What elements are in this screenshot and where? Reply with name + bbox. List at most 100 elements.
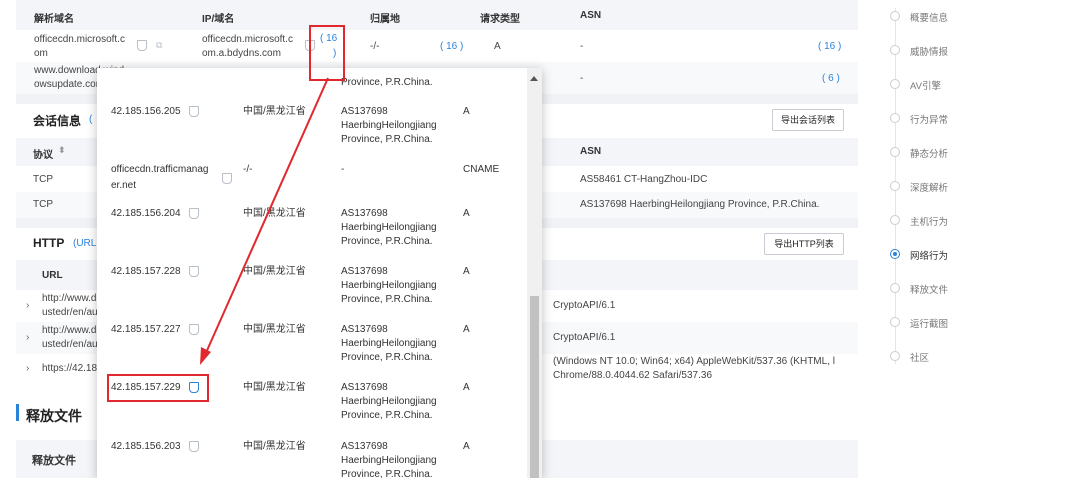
popup-type: A <box>463 106 470 117</box>
sidebar-item-label: 深度解析 <box>910 183 949 194</box>
popup-asn-line3: Province, P.R.China. <box>341 410 433 421</box>
sidebar-item-label: 行为异常 <box>910 115 949 126</box>
popup-ip-line2: er.net <box>111 180 137 191</box>
dns-ip-line1: officecdn.microsoft.c <box>202 34 293 45</box>
dns-domain-line2: om <box>34 48 48 59</box>
sidebar-item-label: 运行截图 <box>910 319 949 330</box>
popup-asn-line3: Province, P.R.China. <box>341 77 433 88</box>
popup-ip: 42.185.156.203 <box>111 441 181 452</box>
export-session-button[interactable]: 导出会话列表 <box>772 109 844 131</box>
chevron-right-icon[interactable]: › <box>26 363 29 374</box>
annotation-box-ip <box>107 374 209 402</box>
popup-type: CNAME <box>463 164 500 175</box>
dns-header-asn: ASN <box>580 10 602 21</box>
popup-asn-line3: Province, P.R.China. <box>341 134 433 145</box>
dns-asn-count-link[interactable]: ( 6 ) <box>822 73 840 84</box>
popup-scrollbar[interactable] <box>527 68 542 478</box>
chevron-right-icon[interactable]: › <box>26 332 29 343</box>
sidebar-dot <box>890 317 900 327</box>
copy-icon[interactable]: ⧉ <box>156 40 162 51</box>
annotation-arrow <box>200 77 329 365</box>
dns-asn: - <box>580 73 584 84</box>
sidebar-item-label: 主机行为 <box>910 217 949 228</box>
popup-asn-line1: AS137698 <box>341 106 388 117</box>
sidebar-item-label: 释放文件 <box>910 285 949 296</box>
sidebar-item-label: 威胁情报 <box>910 47 949 58</box>
http-url-line1: https://42.18 <box>42 363 98 374</box>
session-title: 会话信息 <box>33 114 82 128</box>
sidebar-dot <box>890 45 900 55</box>
dns-location-count-link[interactable]: ( 16 ) <box>440 41 463 52</box>
popup-asn-line2: HaerbingHeilongjiang <box>341 338 437 349</box>
dns-header-ip: IP/域名 <box>202 14 235 25</box>
sort-icon[interactable]: ⬍ <box>58 145 66 156</box>
dns-table-header: 解析域名 IP/域名 归属地 请求类型 ASN <box>16 0 858 30</box>
http-user-agent: CryptoAPI/6.1 <box>553 332 616 343</box>
scroll-up-arrow-icon[interactable] <box>530 76 538 81</box>
session-protocol: TCP <box>33 199 53 210</box>
http-url-line1: http://www.do <box>42 325 103 336</box>
dns-header-request-type: 请求类型 <box>480 14 520 25</box>
popup-ip-line1: officecdn.trafficmanag <box>111 164 209 175</box>
popup-region: 中国/黑龙江省 <box>243 441 306 452</box>
shield-icon[interactable] <box>189 441 199 452</box>
sidebar-dot <box>890 351 900 361</box>
dns-request-type: A <box>494 41 501 52</box>
http-user-agent-line2: Chrome/88.0.4044.62 Safari/537.36 <box>553 370 712 381</box>
dns-header-domain: 解析域名 <box>34 14 74 25</box>
http-url-line2: ustedr/en/au <box>42 339 98 350</box>
popup-asn-line1: AS137698 <box>341 382 388 393</box>
session-subtitle: ( <box>89 114 93 125</box>
popup-asn-line2: HaerbingHeilongjiang <box>341 455 437 466</box>
sidebar-dot <box>890 11 900 21</box>
release-title-accent <box>16 404 19 421</box>
dns-location: -/- <box>370 41 380 52</box>
dns-header-location: 归属地 <box>370 14 400 25</box>
popup-ip: 42.185.156.205 <box>111 106 181 117</box>
dns-row: officecdn.microsoft.c om ⧉ officecdn.mic… <box>16 30 858 63</box>
sidebar-dot <box>890 113 900 123</box>
session-header-asn: ASN <box>580 146 602 157</box>
dns-domain-line2: owsupdate.com <box>34 79 105 90</box>
shield-icon[interactable] <box>137 40 147 51</box>
popup-type: A <box>463 382 470 393</box>
http-url-line1: http://www.do <box>42 293 103 304</box>
popup-type: A <box>463 266 470 277</box>
sidebar-item-label: 网络行为 <box>910 251 949 262</box>
chevron-right-icon[interactable]: › <box>26 300 29 311</box>
session-asn: AS58461 CT-HangZhou-IDC <box>580 174 708 185</box>
sidebar-item-label: 社区 <box>910 353 930 364</box>
scrollbar-thumb[interactable] <box>530 296 539 478</box>
http-title: HTTP <box>33 236 65 250</box>
dns-asn-count-link[interactable]: ( 16 ) <box>818 41 841 52</box>
export-http-button[interactable]: 导出HTTP列表 <box>764 233 844 255</box>
sidebar-item-label: AV引擎 <box>910 81 941 92</box>
popup-type: A <box>463 324 470 335</box>
session-protocol: TCP <box>33 174 53 185</box>
popup-asn-line2: HaerbingHeilongjiang <box>341 222 437 233</box>
popup-asn-line3: Province, P.R.China. <box>341 469 433 478</box>
popup-region: 中国/黑龙江省 <box>243 382 306 393</box>
popup-asn-line1: AS137698 <box>341 324 388 335</box>
popup-type: A <box>463 441 470 452</box>
popup-ip: 42.185.156.204 <box>111 208 181 219</box>
session-header-protocol: 协议 <box>33 150 53 161</box>
sidebar-dot <box>890 181 900 191</box>
sidebar-dot <box>890 283 900 293</box>
sidebar-item-label: 静态分析 <box>910 149 949 160</box>
dns-asn: - <box>580 41 584 52</box>
release-subtitle: 释放文件 <box>32 455 76 467</box>
annotation-box-count <box>309 25 345 81</box>
sidebar-dot <box>890 147 900 157</box>
popup-asn-line1: - <box>341 164 345 175</box>
sidebar-dot <box>890 215 900 225</box>
http-subtitle: (URL <box>73 238 97 249</box>
popup-asn-line1: AS137698 <box>341 441 388 452</box>
release-title: 释放文件 <box>26 408 82 424</box>
popup-asn-line3: Province, P.R.China. <box>341 236 433 247</box>
sidebar-dot <box>890 79 900 89</box>
http-url-line2: ustedr/en/au <box>42 307 98 318</box>
dns-ip-line2: om.a.bdydns.com <box>202 48 281 59</box>
http-user-agent: CryptoAPI/6.1 <box>553 300 616 311</box>
http-user-agent: (Windows NT 10.0; Win64; x64) AppleWebKi… <box>553 356 835 367</box>
